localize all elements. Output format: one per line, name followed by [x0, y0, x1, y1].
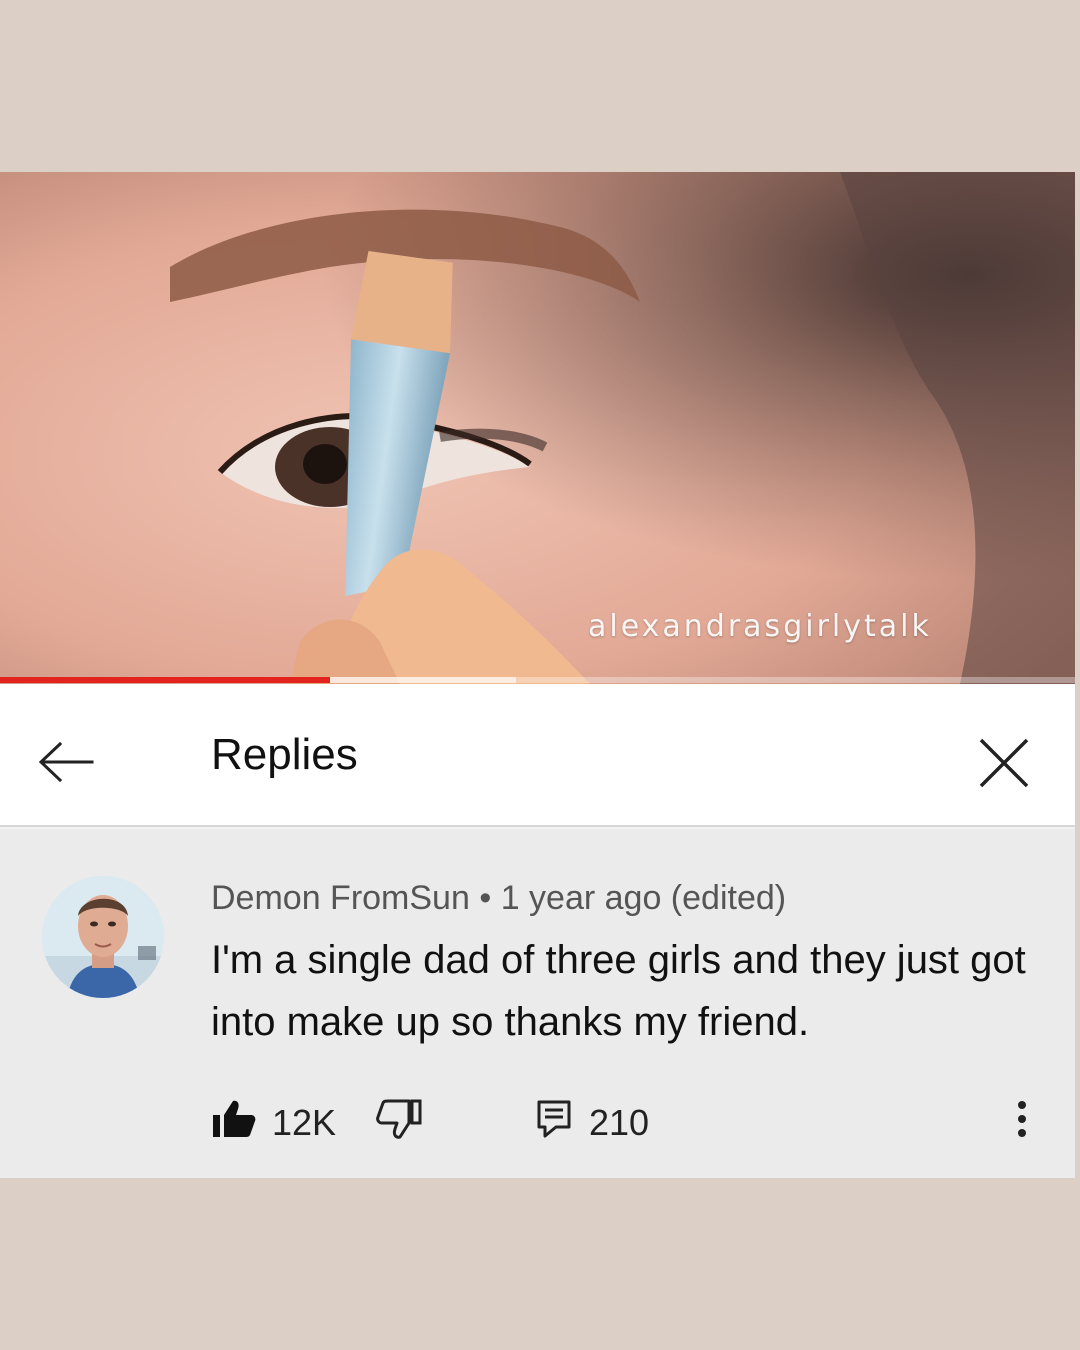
video-progress-bar[interactable]	[0, 677, 1075, 683]
comment-time: 1 year ago (edited)	[500, 879, 787, 917]
page-title: Replies	[211, 730, 358, 779]
close-icon	[979, 738, 1029, 788]
more-vertical-icon	[1018, 1101, 1026, 1137]
arrow-left-icon	[38, 742, 94, 782]
comment-meta: Demon FromSun • 1 year ago (edited)	[211, 879, 786, 918]
reply-icon	[537, 1100, 571, 1138]
meta-separator: •	[479, 879, 492, 917]
video-player[interactable]: alexandrasgirlytalk	[0, 172, 1075, 684]
reply-count: 210	[589, 1102, 650, 1143]
more-options-button[interactable]	[1009, 1094, 1035, 1144]
reply-button[interactable]	[536, 1094, 572, 1144]
comment-actions: 12K 210	[211, 1094, 1041, 1144]
progress-played	[0, 677, 331, 683]
avatar[interactable]	[42, 876, 164, 998]
comment-item: Demon FromSun • 1 year ago (edited) I'm …	[0, 829, 1075, 1178]
author-name[interactable]: Demon FromSun	[211, 879, 470, 917]
thumbs-up-icon	[213, 1100, 256, 1137]
video-watermark: alexandrasgirlytalk	[588, 609, 932, 644]
like-count: 12K	[272, 1102, 337, 1143]
like-button[interactable]	[211, 1094, 257, 1144]
comment-text: I'm a single dad of three girls and they…	[211, 938, 1026, 1044]
user-photo	[42, 876, 164, 998]
replies-header: Replies	[0, 684, 1075, 827]
video-frame	[0, 172, 1075, 684]
close-button[interactable]	[965, 724, 1043, 802]
dislike-button[interactable]	[376, 1094, 422, 1144]
thumbs-down-icon	[376, 1099, 422, 1139]
app-screen: alexandrasgirlytalk Replies Demon FromSu…	[0, 172, 1075, 1178]
back-button[interactable]	[28, 724, 104, 800]
